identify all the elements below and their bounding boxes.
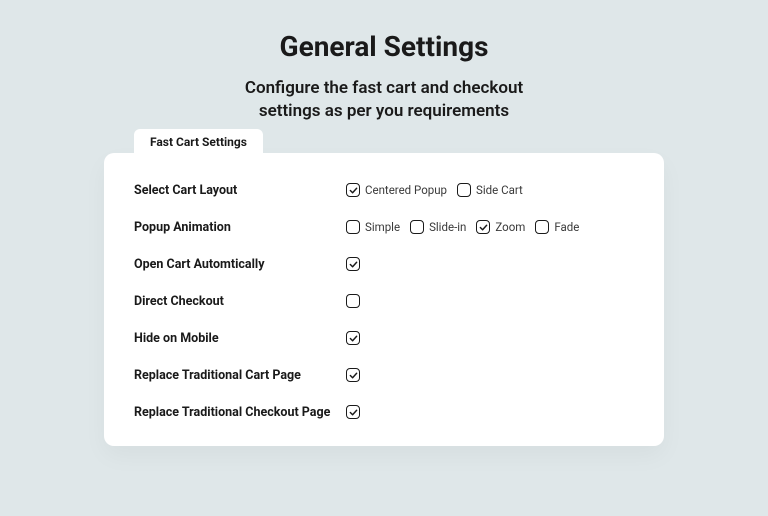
row-label: Hide on Mobile	[134, 331, 346, 346]
open-cart-auto-control	[346, 257, 360, 271]
option-label: Centered Popup	[365, 183, 447, 197]
row-label: Replace Traditional Cart Page	[134, 368, 346, 383]
row-direct-checkout: Direct Checkout	[134, 294, 634, 309]
row-label: Select Cart Layout	[134, 183, 346, 198]
option-simple[interactable]: Simple	[346, 220, 400, 234]
check-icon	[349, 334, 358, 343]
checkbox-replace-checkout-page[interactable]	[346, 405, 360, 419]
subtitle-line-1: Configure the fast cart and checkout	[245, 78, 523, 98]
option-fade[interactable]: Fade	[535, 220, 579, 234]
check-icon	[479, 223, 488, 232]
row-open-cart-auto: Open Cart Automtically	[134, 257, 634, 272]
page-header: General Settings Configure the fast cart…	[0, 0, 768, 123]
option-label: Side Cart	[476, 183, 523, 197]
page-subtitle: Configure the fast cart and checkout set…	[0, 77, 768, 123]
checkbox-simple[interactable]	[346, 220, 360, 234]
row-select-cart-layout: Select Cart Layout Centered Popup Side C…	[134, 183, 634, 198]
option-label: Simple	[365, 220, 400, 234]
option-slide-in[interactable]: Slide-in	[410, 220, 466, 234]
check-icon	[349, 186, 358, 195]
row-label: Open Cart Automtically	[134, 257, 346, 272]
settings-panel: Select Cart Layout Centered Popup Side C…	[104, 153, 664, 446]
checkbox-side-cart[interactable]	[457, 183, 471, 197]
checkbox-slide-in[interactable]	[410, 220, 424, 234]
hide-on-mobile-control	[346, 331, 360, 345]
subtitle-line-2: settings as per you requirements	[259, 101, 509, 121]
checkbox-replace-cart-page[interactable]	[346, 368, 360, 382]
checkbox-direct-checkout[interactable]	[346, 294, 360, 308]
check-icon	[349, 408, 358, 417]
row-popup-animation: Popup Animation Simple Slide-in	[134, 220, 634, 235]
popup-animation-options: Simple Slide-in Zoom	[346, 220, 579, 234]
settings-panel-wrap: Fast Cart Settings Select Cart Layout Ce…	[104, 153, 664, 446]
checkbox-fade[interactable]	[535, 220, 549, 234]
checkbox-zoom[interactable]	[476, 220, 490, 234]
check-icon	[349, 371, 358, 380]
cart-layout-options: Centered Popup Side Cart	[346, 183, 523, 197]
row-replace-checkout-page: Replace Traditional Checkout Page	[134, 405, 634, 420]
row-hide-on-mobile: Hide on Mobile	[134, 331, 634, 346]
row-label: Direct Checkout	[134, 294, 346, 309]
checkbox-hide-on-mobile[interactable]	[346, 331, 360, 345]
replace-checkout-page-control	[346, 405, 360, 419]
replace-cart-page-control	[346, 368, 360, 382]
check-icon	[349, 260, 358, 269]
option-zoom[interactable]: Zoom	[476, 220, 525, 234]
page-title: General Settings	[0, 30, 768, 63]
tab-fast-cart-settings[interactable]: Fast Cart Settings	[134, 129, 263, 155]
option-side-cart[interactable]: Side Cart	[457, 183, 523, 197]
row-label: Replace Traditional Checkout Page	[134, 405, 346, 420]
row-replace-cart-page: Replace Traditional Cart Page	[134, 368, 634, 383]
direct-checkout-control	[346, 294, 360, 308]
checkbox-centered-popup[interactable]	[346, 183, 360, 197]
option-centered-popup[interactable]: Centered Popup	[346, 183, 447, 197]
option-label: Fade	[554, 220, 579, 234]
checkbox-open-cart-auto[interactable]	[346, 257, 360, 271]
option-label: Zoom	[495, 220, 525, 234]
row-label: Popup Animation	[134, 220, 346, 235]
tab-label: Fast Cart Settings	[150, 135, 247, 149]
option-label: Slide-in	[429, 220, 466, 234]
